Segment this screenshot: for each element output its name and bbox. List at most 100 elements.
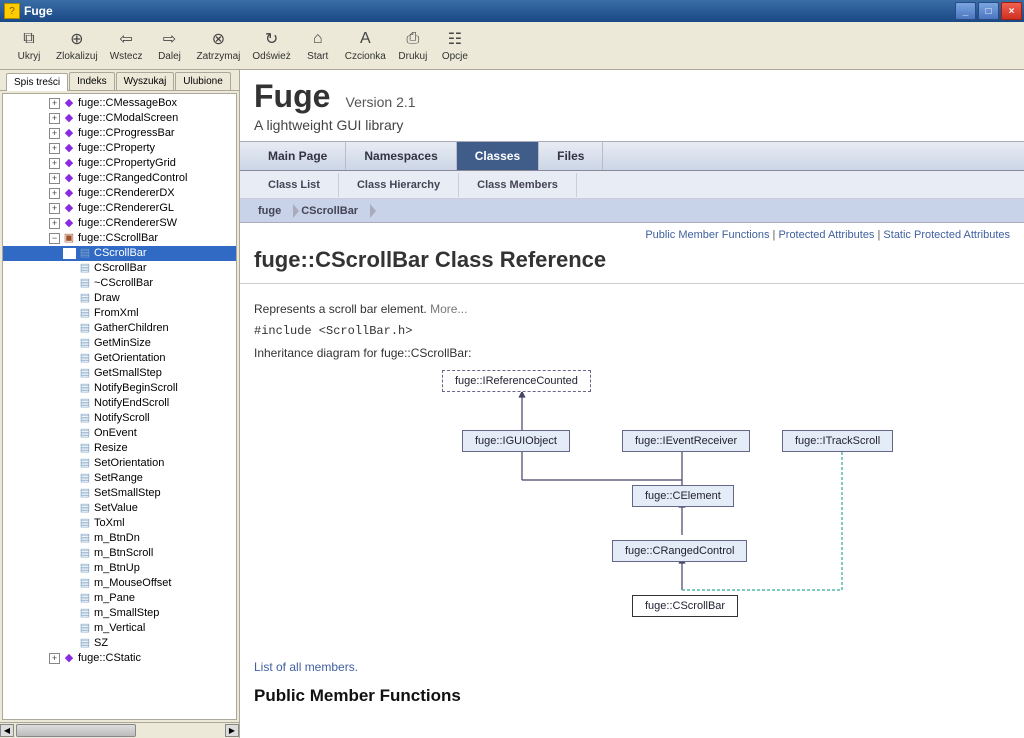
breadcrumb-item[interactable]: fuge — [250, 203, 293, 219]
scroll-thumb[interactable] — [16, 724, 136, 737]
diagram-node-gui[interactable]: fuge::IGUIObject — [462, 430, 570, 452]
toc-tree[interactable]: +◆fuge::CMessageBox+◆fuge::CModalScreen+… — [2, 93, 237, 720]
tree-node[interactable]: ▤CScrollBar — [3, 246, 236, 261]
more-link[interactable]: More... — [430, 302, 467, 316]
toolbar-czcionka[interactable]: ACzcionka — [339, 27, 392, 64]
subnav-item[interactable]: Class Hierarchy — [339, 173, 459, 197]
tree-node[interactable]: +◆fuge::CModalScreen — [3, 111, 236, 126]
diagram-node-sb: fuge::CScrollBar — [632, 595, 738, 617]
tree-node[interactable]: +◆fuge::CMessageBox — [3, 96, 236, 111]
subnav-item[interactable]: Class Members — [459, 173, 577, 197]
subnav-item[interactable]: Class List — [250, 173, 339, 197]
toolbar-drukuj[interactable]: ⎙Drukuj — [392, 27, 434, 64]
toolbar-zlokalizuj[interactable]: ⊕Zlokalizuj — [50, 27, 104, 64]
all-members-link[interactable]: List of all members. — [240, 656, 1024, 678]
tree-label: fuge::CPropertyGrid — [78, 156, 176, 171]
tree-node[interactable]: ▤m_SmallStep — [3, 606, 236, 621]
tree-node[interactable]: ▤~CScrollBar — [3, 276, 236, 291]
tree-node[interactable]: ▤NotifyBeginScroll — [3, 381, 236, 396]
tree-node[interactable]: +◆fuge::CRendererSW — [3, 216, 236, 231]
quick-link[interactable]: Protected Attributes — [778, 229, 874, 241]
expand-icon[interactable]: − — [49, 233, 60, 244]
minimize-button[interactable]: _ — [955, 2, 976, 20]
toolbar-odśwież[interactable]: ↻Odśwież — [246, 27, 296, 64]
tree-node[interactable]: ▤SetOrientation — [3, 456, 236, 471]
expand-icon[interactable]: + — [49, 653, 60, 664]
tree-label: NotifyEndScroll — [94, 396, 169, 411]
side-tab[interactable]: Spis treści — [6, 73, 68, 91]
nav-tab[interactable]: Files — [539, 142, 603, 170]
tree-node[interactable]: ▤Draw — [3, 291, 236, 306]
toolbar-zatrzymaj[interactable]: ⊗Zatrzymaj — [190, 27, 246, 64]
tree-node[interactable]: ▤CScrollBar — [3, 261, 236, 276]
diagram-node-elem[interactable]: fuge::CElement — [632, 485, 734, 507]
tree-node[interactable]: ▤SetSmallStep — [3, 486, 236, 501]
toolbar-dalej[interactable]: ⇨Dalej — [148, 27, 190, 64]
tree-node[interactable]: +◆fuge::CPropertyGrid — [3, 156, 236, 171]
expand-icon[interactable]: + — [49, 158, 60, 169]
tree-node[interactable]: ▤FromXml — [3, 306, 236, 321]
side-tab[interactable]: Ulubione — [175, 72, 230, 90]
toolbar-ukryj[interactable]: ⧉Ukryj — [8, 27, 50, 64]
tree-node[interactable]: ▤NotifyScroll — [3, 411, 236, 426]
tree-label: m_SmallStep — [94, 606, 159, 621]
tree-node[interactable]: ▤GetSmallStep — [3, 366, 236, 381]
nav-tab[interactable]: Namespaces — [346, 142, 456, 170]
tree-node[interactable]: ▤OnEvent — [3, 426, 236, 441]
tree-node[interactable]: ▤GetOrientation — [3, 351, 236, 366]
side-tab[interactable]: Wyszukaj — [116, 72, 175, 90]
tree-node[interactable]: ▤NotifyEndScroll — [3, 396, 236, 411]
tree-node[interactable]: ▤m_Pane — [3, 591, 236, 606]
tree-node[interactable]: ▤m_MouseOffset — [3, 576, 236, 591]
tree-node[interactable]: ▤m_Vertical — [3, 621, 236, 636]
tree-node[interactable]: −▣fuge::CScrollBar — [3, 231, 236, 246]
tree-node[interactable]: ▤SetRange — [3, 471, 236, 486]
tree-node[interactable]: +◆fuge::CStatic — [3, 651, 236, 666]
expand-icon[interactable]: + — [49, 203, 60, 214]
side-tab[interactable]: Indeks — [69, 72, 114, 90]
tree-node[interactable]: ▤SetValue — [3, 501, 236, 516]
toolbar-wstecz[interactable]: ⇦Wstecz — [104, 27, 149, 64]
diagram-node-evt[interactable]: fuge::IEventReceiver — [622, 430, 750, 452]
tree-hscroll[interactable]: ◀ ▶ — [0, 722, 239, 738]
tree-node[interactable]: ▤ToXml — [3, 516, 236, 531]
tree-node[interactable]: +◆fuge::CProperty — [3, 141, 236, 156]
quick-link[interactable]: Static Protected Attributes — [883, 229, 1010, 241]
nav-tab[interactable]: Main Page — [250, 142, 346, 170]
breadcrumb-item[interactable]: CScrollBar — [293, 203, 370, 219]
expand-icon[interactable]: + — [49, 128, 60, 139]
tree-node[interactable]: ▤GatherChildren — [3, 321, 236, 336]
expand-icon[interactable]: + — [49, 98, 60, 109]
tree-node[interactable]: ▤m_BtnDn — [3, 531, 236, 546]
page-icon: ▤ — [78, 398, 92, 410]
diagram-node-ref[interactable]: fuge::IReferenceCounted — [442, 370, 591, 392]
expand-icon[interactable]: + — [49, 113, 60, 124]
tree-node[interactable]: +◆fuge::CRendererDX — [3, 186, 236, 201]
scroll-right-arrow[interactable]: ▶ — [225, 724, 239, 737]
quick-link[interactable]: Public Member Functions — [645, 229, 769, 241]
diagram-node-rng[interactable]: fuge::CRangedControl — [612, 540, 747, 562]
maximize-button[interactable]: □ — [978, 2, 999, 20]
tree-node[interactable]: +◆fuge::CRendererGL — [3, 201, 236, 216]
expand-icon[interactable]: + — [49, 173, 60, 184]
tree-node[interactable]: ▤m_BtnScroll — [3, 546, 236, 561]
tree-node[interactable]: ▤m_BtnUp — [3, 561, 236, 576]
close-button[interactable]: × — [1001, 2, 1022, 20]
scroll-left-arrow[interactable]: ◀ — [0, 724, 14, 737]
expand-icon[interactable]: + — [49, 143, 60, 154]
tree-node[interactable]: ▤GetMinSize — [3, 336, 236, 351]
nav-tab[interactable]: Classes — [457, 142, 539, 170]
toolbar-opcje[interactable]: ☷Opcje — [434, 27, 476, 64]
tree-node[interactable]: ▤SZ — [3, 636, 236, 651]
tree-node[interactable]: ▤Resize — [3, 441, 236, 456]
tree-node[interactable]: +◆fuge::CRangedControl — [3, 171, 236, 186]
tree-label: m_BtnDn — [94, 531, 140, 546]
book-icon: ◆ — [62, 203, 76, 215]
side-panel: Spis treściIndeksWyszukajUlubione +◆fuge… — [0, 70, 240, 738]
expand-icon[interactable]: + — [49, 218, 60, 229]
tree-node[interactable]: +◆fuge::CProgressBar — [3, 126, 236, 141]
expand-icon[interactable]: + — [49, 188, 60, 199]
tree-label: fuge::CScrollBar — [78, 231, 158, 246]
toolbar-start[interactable]: ⌂Start — [297, 27, 339, 64]
diagram-node-trk[interactable]: fuge::ITrackScroll — [782, 430, 893, 452]
